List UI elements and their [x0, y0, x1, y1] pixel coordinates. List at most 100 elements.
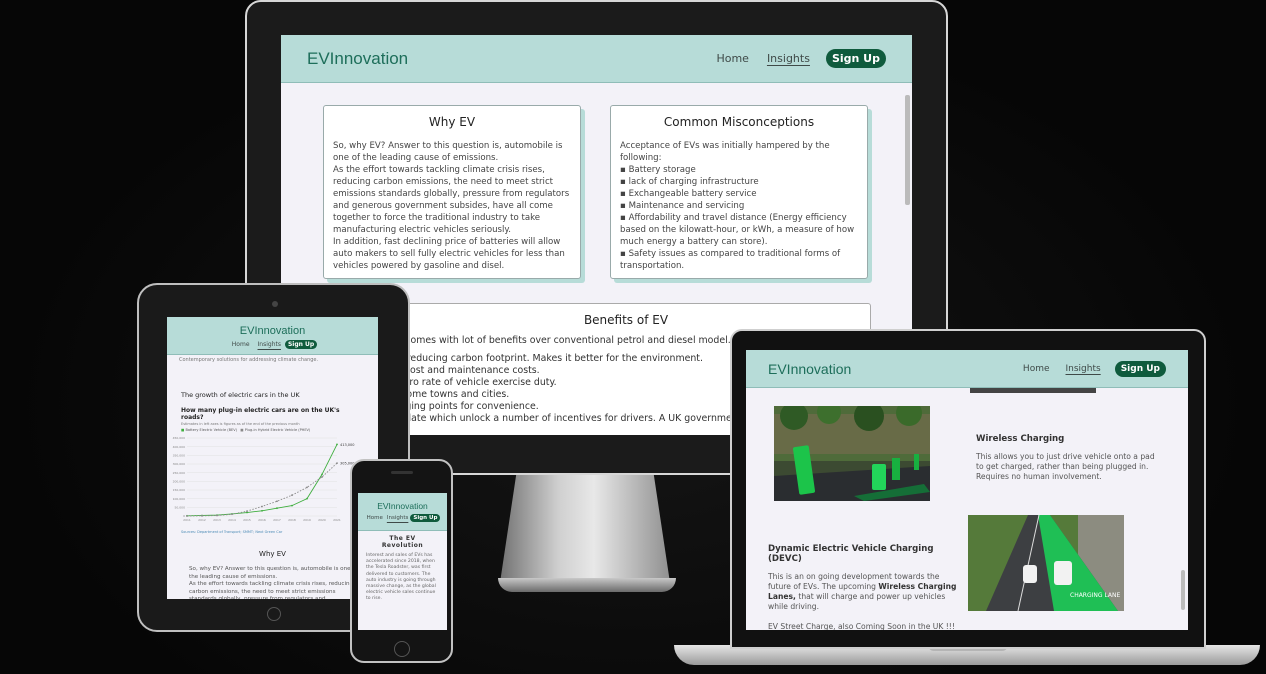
- card-title: Common Misconceptions: [663, 115, 815, 129]
- brand-logo[interactable]: EVInnovation: [307, 49, 408, 69]
- data-point: [201, 514, 203, 517]
- data-point: [306, 486, 308, 489]
- nav-insights-link[interactable]: Insights: [767, 52, 810, 65]
- data-point: [336, 443, 338, 446]
- y-tick-label: 450,000: [173, 436, 185, 440]
- monitor-stand-base: [498, 578, 676, 592]
- section-text: So, why EV? Answer to this question is, …: [189, 566, 358, 599]
- card-intro: Acceptance of EVs was initially hampered…: [620, 141, 830, 163]
- nav-home-link[interactable]: Home: [1023, 364, 1050, 374]
- data-point: [276, 507, 278, 510]
- nav-insights-link[interactable]: Insights: [387, 515, 409, 521]
- nav-home-link[interactable]: Home: [716, 52, 748, 65]
- street-charge-text: EV Street Charge, also Coming Soon in th…: [768, 622, 955, 630]
- brand-logo[interactable]: EVInnovation: [377, 501, 428, 511]
- data-point: [321, 476, 323, 478]
- nav-links: Home Insights Sign Up: [365, 514, 441, 522]
- data-point: [321, 473, 323, 476]
- wireless-section: Wireless Charging This allows you to jus…: [976, 434, 1156, 482]
- y-tick-label: 300,000: [173, 462, 185, 466]
- data-point: [246, 510, 248, 513]
- navbar: EVInnovation Home Insights Sign Up: [281, 35, 912, 83]
- nav-home-link[interactable]: Home: [232, 341, 250, 348]
- nav-links: Home Insights Sign Up: [1007, 360, 1166, 377]
- chart-source: Sources: Department of Transport; SMMT; …: [181, 530, 283, 534]
- ev-growth-chart: 050,000100,000150,000200,000250,000300,0…: [173, 436, 355, 522]
- brand-logo[interactable]: EVInnovation: [240, 325, 305, 337]
- nav-links: Home Insights Sign Up: [228, 339, 318, 349]
- scrollbar[interactable]: [905, 95, 910, 205]
- nav-insights-link[interactable]: Insights: [258, 341, 281, 348]
- section-text: This allows you to just drive vehicle on…: [976, 452, 1155, 481]
- data-point: [231, 513, 233, 516]
- scrollbar[interactable]: [1181, 570, 1185, 610]
- page-subtitle: Contemporary solutions for addressing cl…: [179, 357, 319, 363]
- list-item: ▪ Exchangeable battery service: [620, 189, 757, 199]
- signup-button[interactable]: Sign Up: [825, 49, 886, 68]
- y-tick-label: 350,000: [173, 454, 185, 458]
- x-tick-label: 2017: [273, 518, 281, 522]
- data-point: [291, 504, 293, 507]
- navbar: EVInnovation Home Insights Sign Up: [167, 317, 378, 355]
- signup-button[interactable]: Sign Up: [1114, 360, 1166, 377]
- y-tick-label: 50,000: [175, 506, 186, 510]
- x-tick-label: 2015: [243, 518, 251, 522]
- x-tick-label: 2020: [318, 518, 326, 522]
- navbar: EVInnovation Home Insights Sign Up: [746, 350, 1188, 388]
- misconceptions-card: Common Misconceptions Acceptance of EVs …: [610, 105, 868, 279]
- x-tick-label: 2012: [198, 518, 206, 522]
- section-title: Why EV: [259, 550, 286, 558]
- tablet-screen: EVInnovation Home Insights Sign Up Conte…: [167, 317, 378, 599]
- y-tick-label: 400,000: [173, 445, 185, 449]
- section-title: Wireless Charging: [976, 434, 1065, 444]
- section-text: Interest and sales of EVs has accelerate…: [366, 553, 436, 602]
- home-button[interactable]: [267, 607, 281, 621]
- device-mockup-stage: EVInnovation Home Insights Sign Up Why E…: [0, 0, 1266, 674]
- lane-label: CHARGING LANE: [1070, 592, 1121, 599]
- list-item: ▪ Affordability and travel distance (Ene…: [620, 213, 855, 247]
- camera-icon: [272, 301, 278, 307]
- x-tick-label: 2021: [333, 518, 341, 522]
- laptop-screen: EVInnovation Home Insights Sign Up Wirel…: [746, 350, 1188, 630]
- home-button[interactable]: [394, 641, 410, 657]
- chart-title: How many plug-in electric cars are on th…: [181, 407, 340, 421]
- section-title: The EV Revolution: [381, 535, 424, 549]
- signup-button[interactable]: Sign Up: [410, 514, 441, 522]
- data-point: [261, 509, 263, 512]
- monitor-stand: [498, 472, 672, 592]
- series-line: [186, 462, 338, 517]
- why-ev-card: Why EV So, why EV? Answer to this questi…: [323, 105, 581, 279]
- laptop-device: EVInnovation Home Insights Sign Up Wirel…: [730, 329, 1206, 649]
- image-bottom-edge: [970, 388, 1096, 393]
- x-tick-label: 2016: [258, 518, 266, 522]
- data-point: [261, 505, 263, 508]
- card-title: Why EV: [428, 115, 476, 129]
- data-point: [306, 497, 308, 500]
- y-tick-label: 100,000: [173, 497, 185, 501]
- signup-button[interactable]: Sign Up: [284, 339, 318, 349]
- list-item: ▪ Maintenance and servicing: [620, 201, 745, 211]
- phone-device: EVInnovation Home Insights Sign Up The E…: [350, 459, 453, 663]
- list-item: ▪ Battery storage: [620, 165, 696, 175]
- nav-home-link[interactable]: Home: [367, 515, 383, 521]
- section-title: Dynamic Electric Vehicle Charging (DEVC): [768, 544, 934, 564]
- section-text: This is an on going development towards …: [768, 572, 957, 611]
- brand-logo[interactable]: EVInnovation: [768, 361, 851, 377]
- y-tick-label: 200,000: [173, 480, 185, 484]
- navbar: EVInnovation Home Insights Sign Up: [358, 493, 447, 531]
- data-point: [276, 500, 278, 503]
- phone-screen: EVInnovation Home Insights Sign Up The E…: [358, 493, 447, 630]
- nav-links: Home Insights Sign Up: [698, 49, 886, 68]
- nav-insights-link[interactable]: Insights: [1066, 364, 1101, 374]
- list-item: ▪ lack of charging infrastructure: [620, 177, 759, 187]
- wireless-charging-image: [774, 406, 930, 501]
- card-title: Benefits of EV: [583, 313, 669, 327]
- x-tick-label: 2011: [183, 518, 191, 522]
- x-tick-label: 2014: [228, 518, 236, 522]
- data-point: [291, 494, 293, 497]
- charging-lane-image: CHARGING LANE: [968, 515, 1124, 611]
- x-tick-label: 2013: [213, 518, 221, 522]
- growth-heading: The growth of electric cars in the UK: [181, 391, 300, 399]
- y-tick-label: 250,000: [173, 471, 185, 475]
- devc-section: Dynamic Electric Vehicle Charging (DEVC)…: [768, 544, 963, 630]
